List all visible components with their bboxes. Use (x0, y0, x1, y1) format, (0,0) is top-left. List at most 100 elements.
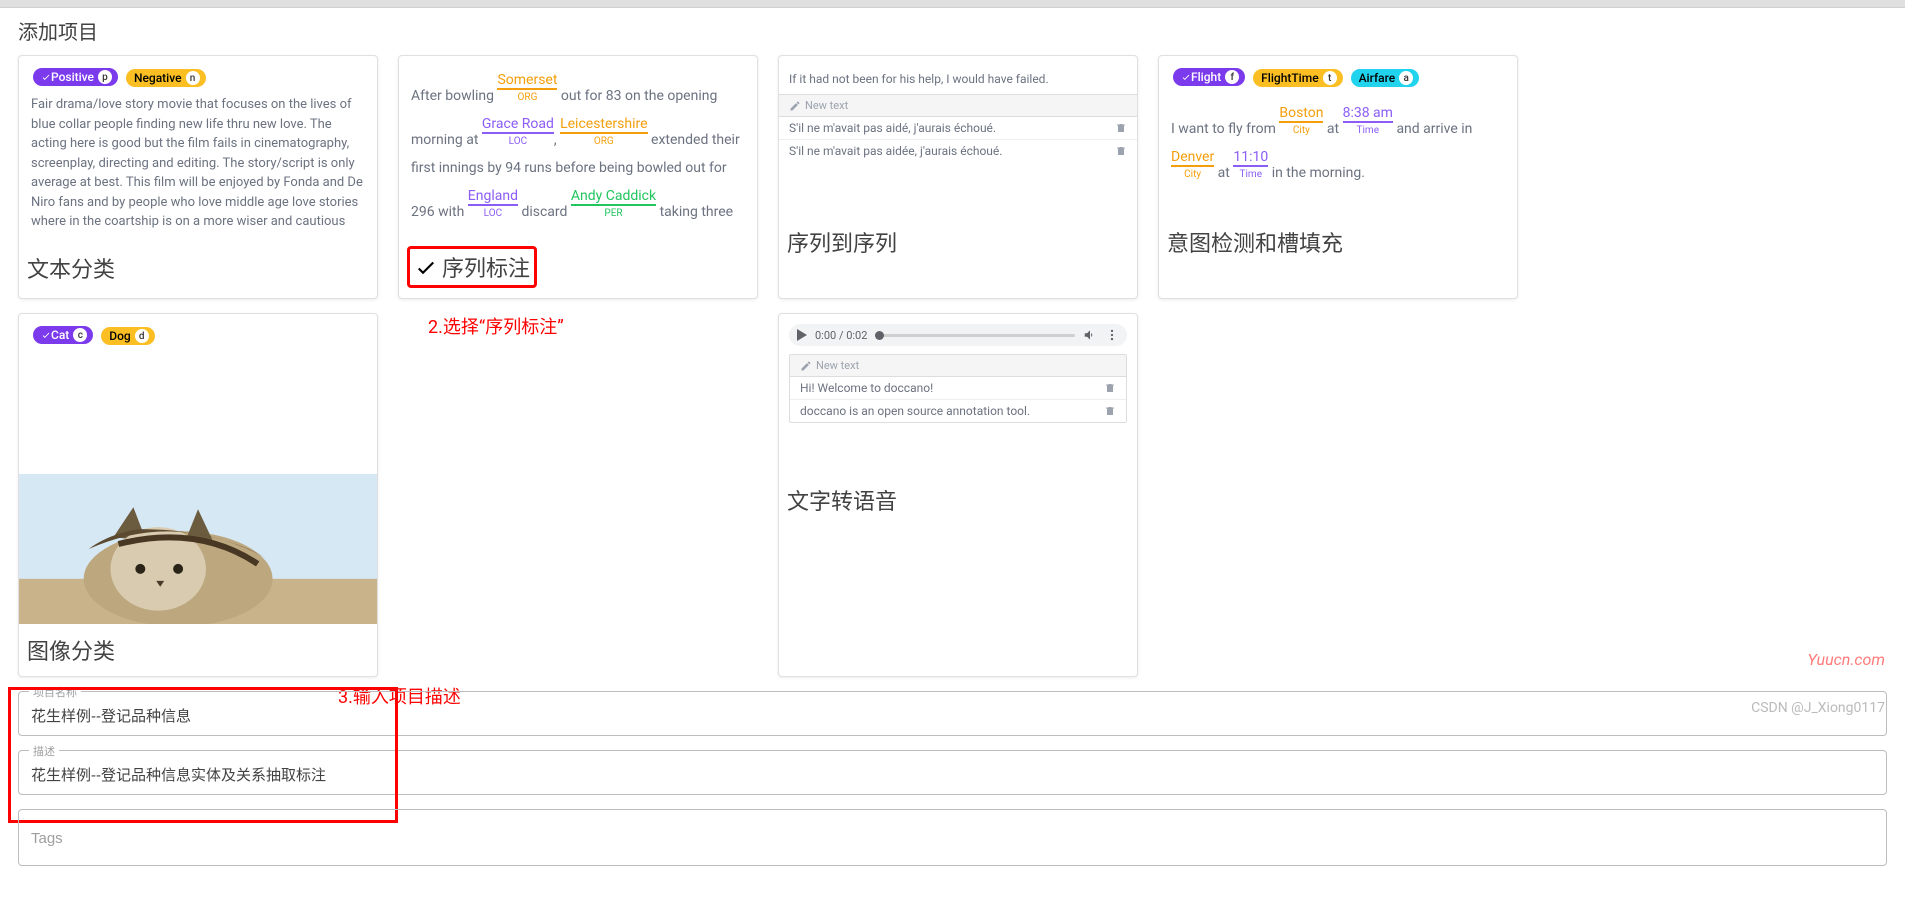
selected-highlight: 序列标注 (407, 246, 537, 288)
tag-label: Airfare (1359, 71, 1396, 85)
ent-label: Time (1233, 165, 1268, 185)
new-text-label: New text (816, 359, 859, 372)
project-name-label: 项目名称 (29, 684, 81, 700)
seq-text: S'il ne m'avait pas aidée, j'aurais écho… (789, 144, 1002, 158)
seq-new-row[interactable]: New text (790, 355, 1126, 377)
more-icon[interactable] (1105, 328, 1119, 342)
cards-row-1: Positive p Negative n Fair drama/love st… (18, 55, 1887, 299)
card-sequence-labeling[interactable]: After bowling SomersetORG out for 83 on … (398, 55, 758, 299)
ent-label: City (1279, 121, 1323, 141)
watermark-yuucn: Yuucn.com (1808, 650, 1886, 669)
tag-airfare: Airfare a (1351, 69, 1420, 87)
annotation-step2: 2.选择“序列标注” (428, 313, 564, 339)
ent-label: City (1171, 165, 1214, 185)
seq-item[interactable]: doccano is an open source annotation too… (790, 400, 1126, 422)
t: After bowling (411, 88, 497, 104)
trash-icon[interactable] (1104, 382, 1116, 394)
tag-flight: Flight f (1173, 68, 1245, 86)
audio-track[interactable] (875, 334, 1075, 337)
tag-key: d (135, 329, 149, 343)
t: out for 83 on the opening (557, 88, 717, 104)
project-name-input[interactable] (31, 707, 1874, 724)
t: taking three (656, 204, 733, 220)
seq-text: doccano is an open source annotation too… (800, 404, 1030, 418)
audio-player[interactable]: 0:00 / 0:02 (789, 324, 1127, 346)
tag-dog: Dog d (101, 327, 154, 345)
tag-label: Negative (134, 71, 182, 85)
play-icon[interactable] (797, 329, 807, 341)
ent-label: ORG (560, 132, 647, 152)
tag-key: f (1225, 70, 1239, 84)
check-icon (41, 72, 51, 82)
cards-row-2: Cat c Dog d 图像分类 (18, 313, 1887, 677)
t: at (1323, 121, 1342, 137)
card-speech2text[interactable]: 0:00 / 0:02 New text Hi! Welcome to docc… (778, 313, 1138, 677)
ent-label: Time (1343, 121, 1393, 141)
check-icon (41, 330, 51, 340)
check-icon (1181, 72, 1191, 82)
project-name-field[interactable]: 项目名称 (18, 691, 1887, 736)
project-desc-label: 描述 (29, 743, 59, 759)
tag-key: p (98, 70, 112, 84)
tag-key: t (1323, 71, 1337, 85)
ent-label: PER (571, 204, 656, 224)
audio-time: 0:00 / 0:02 (815, 329, 867, 342)
card-title: 文本分类 (27, 252, 115, 284)
project-desc-input[interactable] (31, 766, 1874, 783)
seq-text: Hi! Welcome to doccano! (800, 381, 933, 395)
card-title-row: 文本分类 (19, 242, 377, 294)
t: extended their (648, 132, 740, 148)
tag-flighttime: FlightTime t (1253, 69, 1342, 87)
card-text-classification[interactable]: Positive p Negative n Fair drama/love st… (18, 55, 378, 299)
t: at (1214, 165, 1233, 181)
project-tags-input[interactable] (31, 830, 1874, 847)
t: discard (518, 204, 571, 220)
tag-label: Dog (109, 329, 130, 343)
t: morning at (411, 132, 482, 148)
card-seq2seq[interactable]: If it had not been for his help, I would… (778, 55, 1138, 299)
tag-negative: Negative n (126, 69, 206, 87)
seq-source: If it had not been for his help, I would… (779, 64, 1137, 94)
tag-label: Positive (51, 70, 94, 84)
seq-text: S'il ne m'avait pas aidé, j'aurais échou… (789, 121, 996, 135)
form-area: 3.输入项目描述 项目名称 描述 (18, 691, 1887, 866)
card-title: 序列标注 (442, 251, 530, 283)
check-icon (414, 255, 438, 279)
trash-icon[interactable] (1115, 145, 1127, 157)
ent-label: ORG (497, 88, 557, 108)
t: I want to fly from (1171, 121, 1279, 137)
spacer-col (1158, 313, 1518, 677)
card-intent-detection[interactable]: Flight f FlightTime t Airfare a I want t… (1158, 55, 1518, 299)
card-title: 文字转语音 (787, 484, 897, 516)
top-bar (0, 0, 1905, 8)
seq-item[interactable]: Hi! Welcome to doccano! (790, 377, 1126, 400)
t: first innings by 94 runs before being bo… (411, 160, 727, 176)
watermark-csdn: CSDN @J_Xiong0117 (1751, 700, 1885, 716)
tag-key: n (186, 71, 200, 85)
trash-icon[interactable] (1104, 405, 1116, 417)
tag-positive: Positive p (33, 68, 118, 86)
ent-label: LOC (468, 204, 518, 224)
t: 296 with (411, 204, 468, 220)
page-title: 添加项目 (18, 16, 1887, 45)
tag-cat: Cat c (33, 326, 93, 344)
tag-label: FlightTime (1261, 71, 1318, 85)
tag-label: Flight (1191, 70, 1221, 84)
card-image-classification[interactable]: Cat c Dog d 图像分类 (18, 313, 378, 677)
seq-item[interactable]: S'il ne m'avait pas aidée, j'aurais écho… (779, 140, 1137, 162)
tag-key: c (73, 328, 87, 342)
t: and arrive in (1393, 121, 1472, 137)
trash-icon[interactable] (1115, 122, 1127, 134)
spacer-col: 2.选择“序列标注” (398, 313, 758, 677)
card-title: 序列到序列 (787, 226, 897, 258)
seq-item[interactable]: S'il ne m'avait pas aidé, j'aurais échou… (779, 117, 1137, 140)
t: in the morning. (1268, 165, 1365, 181)
ent-label: LOC (482, 132, 554, 152)
seq-new-row[interactable]: New text (779, 94, 1137, 117)
project-tags-field[interactable] (18, 809, 1887, 866)
volume-icon[interactable] (1083, 328, 1097, 342)
project-desc-field[interactable]: 描述 (18, 750, 1887, 795)
main-container: 添加项目 Positive p Negative n Fair drama/lo… (0, 8, 1905, 900)
card-title: 图像分类 (27, 634, 115, 666)
pencil-icon (789, 100, 801, 112)
